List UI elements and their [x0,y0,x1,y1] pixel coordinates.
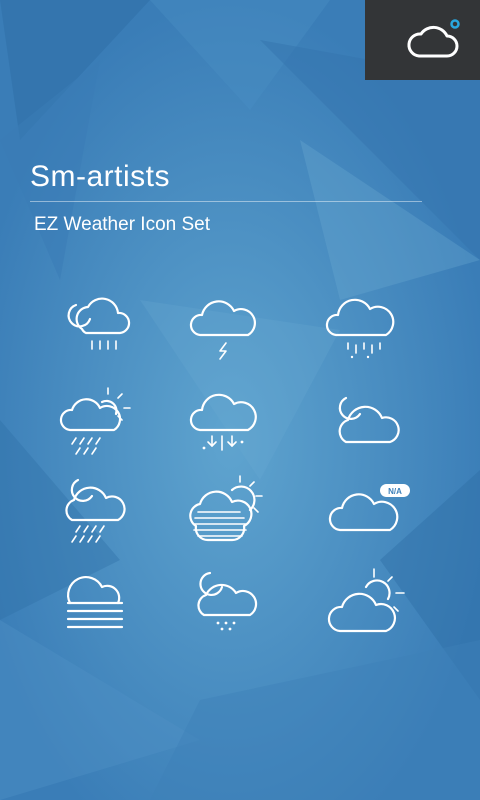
cloud-thunder-icon[interactable] [170,285,280,375]
status-dot-icon [450,19,460,29]
cloud-na-icon[interactable]: N/A [310,470,420,560]
corner-tile[interactable] [365,0,480,80]
night-cloud-snow-icon[interactable] [170,565,280,655]
day-cloudy-icon[interactable] [310,565,420,655]
na-badge-label: N/A [388,487,402,496]
night-cloud-heavy-rain-icon[interactable] [42,470,152,560]
page-subtitle: EZ Weather Icon Set [34,214,211,235]
fog-icon[interactable] [42,565,152,655]
night-cloudy-icon[interactable] [310,380,420,470]
fog-sun-icon[interactable] [170,470,280,560]
page-title: Sm-artists [30,160,170,193]
cloud-sleet-icon[interactable] [310,285,420,375]
night-cloud-rain-icon[interactable] [42,285,152,375]
title-divider [30,201,422,202]
na-badge: N/A [380,484,410,497]
cloud-icon [407,25,459,58]
cloud-hail-icon[interactable] [170,380,280,470]
day-cloud-rain-icon[interactable] [42,380,152,470]
